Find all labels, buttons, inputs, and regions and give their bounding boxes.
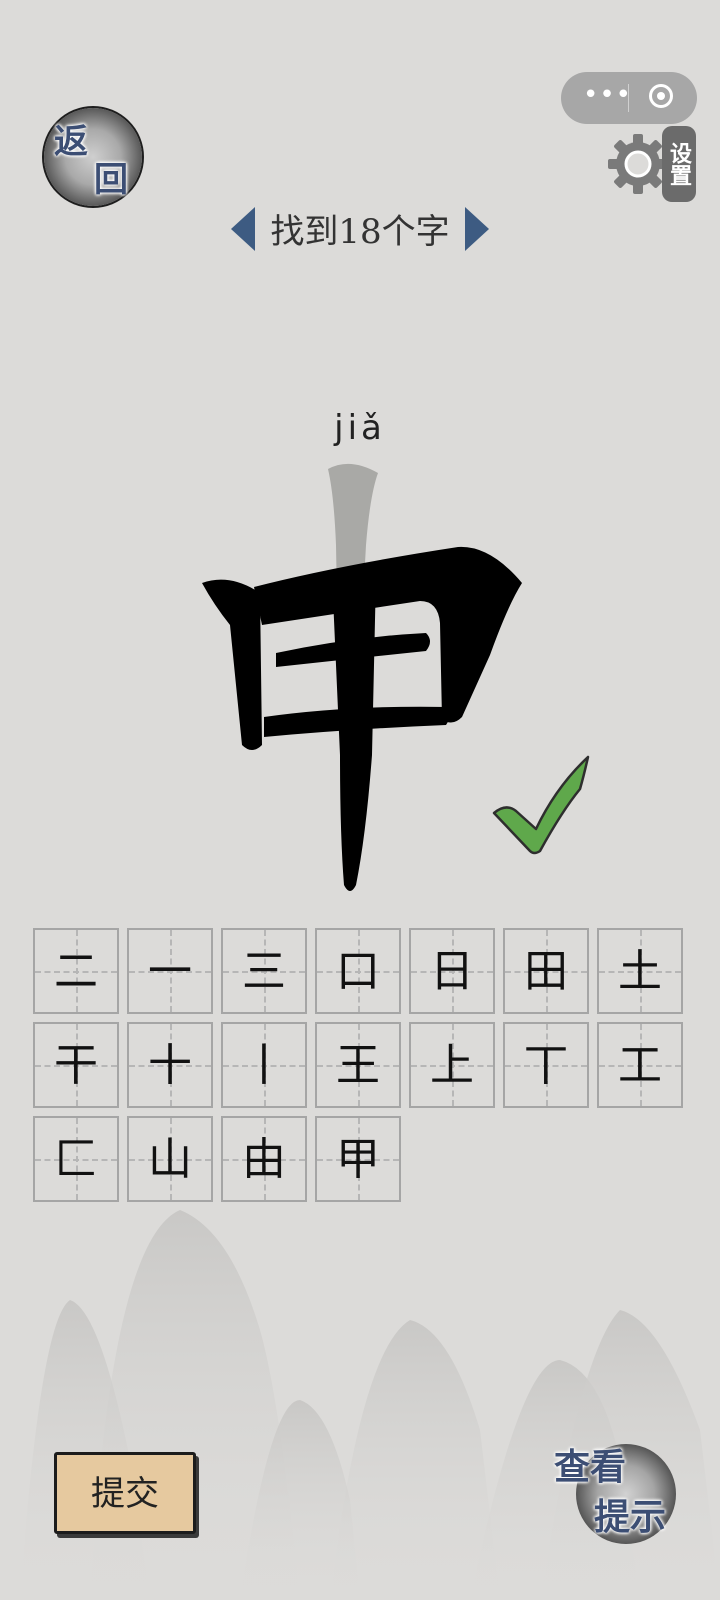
character-cell[interactable]: 十 xyxy=(127,1022,213,1108)
green-check-icon xyxy=(492,755,590,855)
character-cell-label: 口 xyxy=(336,946,380,997)
character-cell[interactable]: 山 xyxy=(127,1116,213,1202)
stroke-top-right xyxy=(254,546,522,723)
character-cell-label: 二 xyxy=(54,946,98,997)
character-cell[interactable]: 丨 xyxy=(221,1022,307,1108)
character-cell[interactable]: 工 xyxy=(597,1022,683,1108)
submit-button[interactable]: 提交 xyxy=(54,1452,196,1534)
character-cell[interactable]: 匚 xyxy=(33,1116,119,1202)
back-label-line1: 返 xyxy=(54,122,88,162)
character-cell[interactable]: 日 xyxy=(409,928,495,1014)
settings-label: 设置 xyxy=(662,126,696,202)
more-dots-icon[interactable]: ••• xyxy=(583,80,632,110)
character-cell-label: 王 xyxy=(336,1040,380,1091)
character-cell-label: 丨 xyxy=(242,1040,286,1091)
character-cell[interactable]: 田 xyxy=(503,928,589,1014)
level-title: 找到18个字 xyxy=(270,212,450,252)
character-cell-label: 一 xyxy=(148,946,192,997)
level-header: 找到18个字 xyxy=(0,204,720,260)
character-cell-label: 土 xyxy=(618,946,662,997)
back-button[interactable]: 返 回 xyxy=(44,108,142,206)
submit-label: 提交 xyxy=(91,1474,159,1514)
chevron-left-icon[interactable] xyxy=(231,206,256,251)
character-cell[interactable]: 甲 xyxy=(315,1116,401,1202)
character-cell-label: 上 xyxy=(430,1040,474,1091)
capsule-divider xyxy=(628,84,629,112)
character-cell-label: 山 xyxy=(148,1134,192,1185)
hint-button[interactable]: 查看 提示 xyxy=(554,1444,676,1544)
character-cell[interactable]: 干 xyxy=(33,1022,119,1108)
character-cell-label: 三 xyxy=(242,946,286,997)
chevron-right-icon[interactable] xyxy=(464,206,489,251)
character-cell-label: 甲 xyxy=(336,1134,380,1185)
target-icon[interactable] xyxy=(649,84,673,108)
character-cell-label: 丅 xyxy=(524,1040,568,1091)
character-cell-label: 日 xyxy=(430,946,474,997)
stroke-left xyxy=(202,579,262,750)
hint-label-line2: 提示 xyxy=(594,1496,667,1538)
character-cell[interactable]: 王 xyxy=(315,1022,401,1108)
character-cell[interactable]: 一 xyxy=(127,928,213,1014)
character-cell[interactable]: 由 xyxy=(221,1116,307,1202)
main-character[interactable] xyxy=(190,455,540,900)
character-cell-label: 干 xyxy=(54,1040,98,1091)
character-cell[interactable]: 口 xyxy=(315,928,401,1014)
pinyin-label: jiǎ xyxy=(334,408,386,448)
hint-label-line1: 查看 xyxy=(554,1446,627,1488)
character-cell-label: 十 xyxy=(148,1040,192,1091)
back-label-line2: 回 xyxy=(94,160,128,200)
character-cell-label: 工 xyxy=(618,1040,662,1091)
character-cell[interactable]: 二 xyxy=(33,928,119,1014)
character-cell[interactable]: 三 xyxy=(221,928,307,1014)
character-cell[interactable]: 上 xyxy=(409,1022,495,1108)
character-cell-label: 由 xyxy=(242,1134,286,1185)
settings-button[interactable]: 设置 xyxy=(604,126,700,202)
character-cell-label: 田 xyxy=(524,946,568,997)
character-cell[interactable]: 丅 xyxy=(503,1022,589,1108)
character-cell[interactable]: 土 xyxy=(597,928,683,1014)
character-cell-label: 匚 xyxy=(54,1134,98,1185)
miniprogram-capsule: ••• xyxy=(561,72,697,124)
